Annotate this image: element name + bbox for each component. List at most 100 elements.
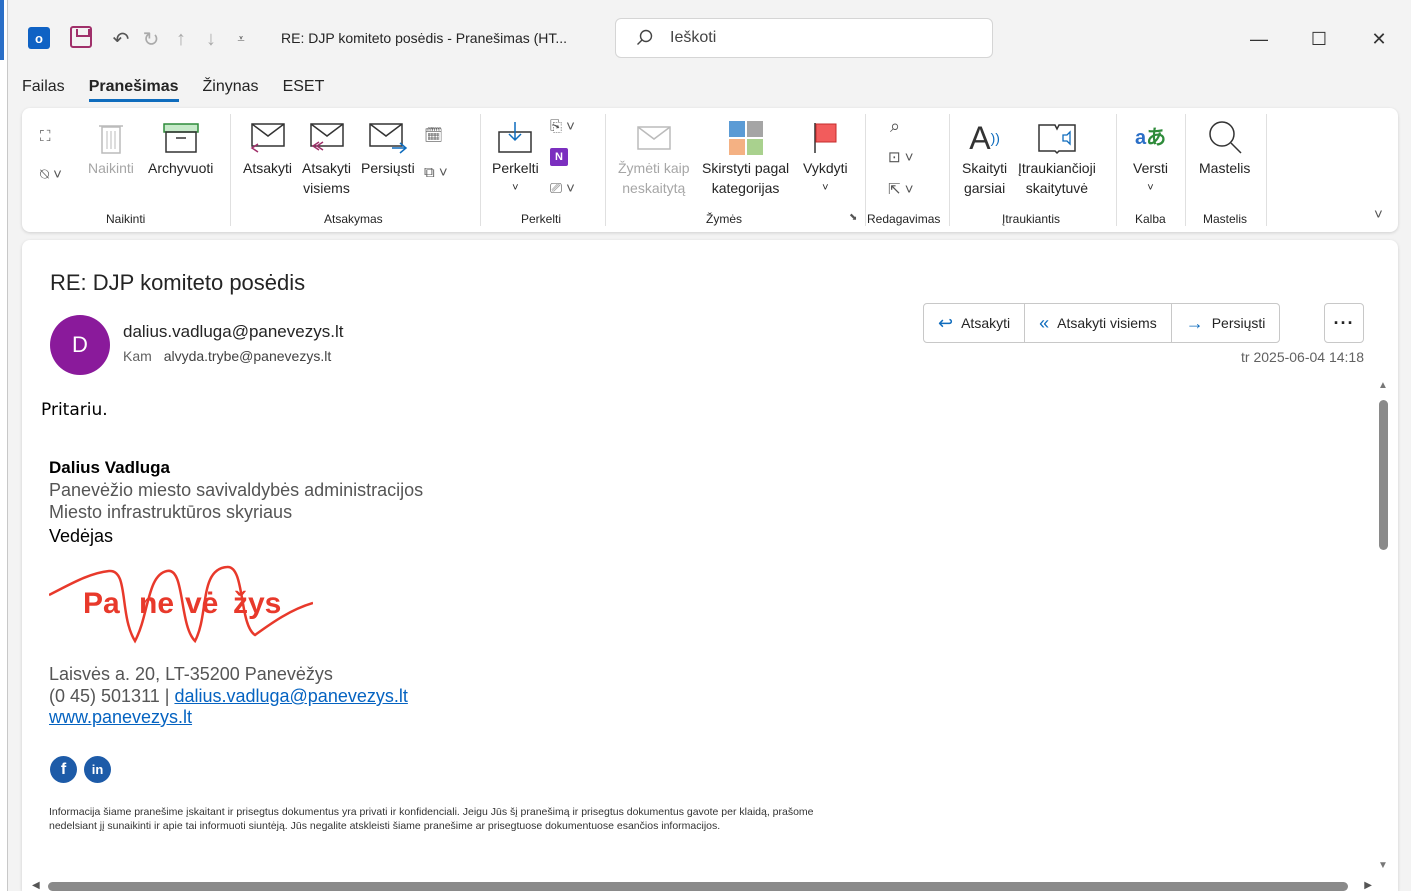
onenote-icon[interactable]: N [550, 148, 568, 166]
rules-icon[interactable]: ⎘ ˅ [550, 118, 575, 135]
follow-up-label: Vykdyti [803, 160, 848, 176]
reply-label: Atsakyti [243, 160, 293, 176]
message-body: Pritariu. [41, 400, 108, 420]
scroll-down-icon[interactable]: ▼ [1376, 860, 1390, 871]
chevron-down-icon: ˅ [822, 182, 829, 194]
recipient-address[interactable]: alvyda.trybe@panevezys.lt [164, 348, 332, 364]
signature-name: Dalius Vadluga [49, 458, 170, 477]
categorize-button[interactable]: Skirstyti pagal kategorijas [702, 118, 789, 198]
group-label-perkelti: Perkelti [521, 212, 562, 226]
ribbon: ⛶ ⍉ ˅ Naikinti Archyvuoti Naikinti Atsak… [22, 108, 1398, 232]
reply-action-button[interactable]: ↩ Atsakyti [924, 304, 1026, 342]
signature-contact: (0 45) 501311 | dalius.vadluga@panevezys… [49, 686, 408, 707]
group-label-atsakymas: Atsakymas [324, 212, 383, 226]
forward-label: Persiųsti [361, 160, 415, 176]
signature-address: Laisvės a. 20, LT-35200 Panevėžys [49, 664, 333, 684]
actions-icon[interactable]: ⎚ ˅ [550, 180, 575, 197]
move-button[interactable]: Perkelti ˅ [492, 118, 539, 198]
close-icon[interactable]: ✕ [1364, 24, 1394, 54]
mark-unread-button[interactable]: Žymėti kaip neskaitytą [618, 118, 690, 198]
mark-unread-label-2: neskaitytą [622, 180, 686, 196]
tab-failas[interactable]: Failas [22, 78, 65, 102]
search-placeholder: Ieškoti [670, 29, 717, 46]
immersive-reader-icon [1037, 118, 1077, 158]
maximize-icon[interactable]: ☐ [1304, 24, 1334, 54]
read-aloud-icon: A)) [969, 120, 1000, 156]
down-arrow-icon[interactable]: ↓ [196, 24, 226, 54]
signature-email-link[interactable]: dalius.vadluga@panevezys.lt [174, 686, 407, 706]
tab-eset[interactable]: ESET [283, 78, 325, 102]
search-icon [637, 29, 653, 45]
svg-text:vė: vė [185, 587, 218, 620]
read-aloud-label-2: garsiai [963, 180, 1006, 196]
delete-button[interactable]: Naikinti [88, 118, 134, 178]
save-icon[interactable] [70, 26, 92, 48]
signature-role: Vedėjas [49, 526, 114, 546]
group-separator [480, 114, 481, 226]
group-separator [1185, 114, 1186, 226]
horizontal-scroll-thumb[interactable] [48, 882, 1348, 891]
window-title: RE: DJP komiteto posėdis - Pranešimas (H… [281, 30, 568, 46]
chevron-down-icon: ˅ [512, 182, 519, 194]
scroll-right-icon[interactable]: ▶ [1364, 880, 1372, 891]
linkedin-icon[interactable]: in [84, 756, 111, 783]
outlook-app-icon: o [28, 27, 50, 49]
dialog-launcher-icon[interactable]: ⬊ [849, 212, 857, 223]
more-respond-icon[interactable]: ⧉ ˅ [424, 164, 448, 181]
redo-icon[interactable]: ↻ [136, 24, 166, 54]
message-date: tr 2025-06-04 14:18 [1241, 349, 1364, 365]
horizontal-scrollbar[interactable]: ◀ ▶ [32, 880, 1372, 891]
customize-toolbar-icon[interactable]: ⩡ [226, 24, 256, 54]
up-arrow-icon[interactable]: ↑ [166, 24, 196, 54]
reply-action-label: Atsakyti [961, 315, 1011, 331]
ignore-icon[interactable]: ⛶ [40, 128, 51, 145]
tab-pranesimas[interactable]: Pranešimas [88, 78, 179, 102]
trash-icon [98, 118, 123, 158]
quick-access-toolbar: ↶ ↻ ↑ ↓ ⩡ [106, 24, 256, 54]
signature-phone: (0 45) 501311 | [49, 686, 175, 706]
forward-arrow-icon: → [1185, 312, 1204, 333]
ribbon-expand-icon[interactable]: ˅ [1374, 206, 1383, 223]
reply-all-action-button[interactable]: « Atsakyti visiems [1025, 304, 1172, 342]
reply-all-button[interactable]: Atsakyti visiems [302, 118, 351, 198]
svg-text:žys: žys [233, 587, 281, 620]
window-edge-accent [0, 0, 4, 60]
meeting-reply-icon[interactable]: 🗓 [424, 126, 443, 144]
signature-website-link[interactable]: www.panevezys.lt [49, 707, 192, 728]
vertical-scroll-thumb[interactable] [1379, 400, 1388, 550]
signature-org-2: Miesto infrastruktūros skyriaus [49, 502, 293, 522]
scroll-left-icon[interactable]: ◀ [32, 880, 40, 891]
message-pane: RE: DJP komiteto posėdis D dalius.vadlug… [22, 240, 1398, 891]
immersive-reader-button[interactable]: Įtraukiančioji skaitytuvė [1018, 118, 1096, 198]
group-label-mastelis: Mastelis [1203, 212, 1248, 226]
more-actions-button[interactable]: ··· [1324, 303, 1364, 343]
tab-zinynas[interactable]: Žinynas [203, 78, 259, 102]
facebook-icon[interactable]: f [50, 756, 77, 783]
avatar[interactable]: D [50, 315, 110, 375]
vertical-scrollbar[interactable]: ▲ ▼ [1376, 380, 1390, 880]
minimize-icon[interactable]: — [1244, 24, 1274, 54]
search-box[interactable]: Ieškoti [615, 18, 993, 58]
select-icon[interactable]: ⇱ ˅ [888, 180, 914, 198]
related-icon[interactable]: ⊡ ˅ [888, 148, 914, 166]
zoom-button[interactable]: Mastelis [1199, 118, 1250, 178]
reply-arrow-icon: ↩ [938, 312, 954, 333]
window-left-edge [0, 0, 8, 891]
sender-address[interactable]: dalius.vadluga@panevezys.lt [123, 322, 343, 342]
follow-up-button[interactable]: Vykdyti ˅ [803, 118, 848, 198]
mark-unread-label-1: Žymėti kaip [618, 160, 690, 176]
find-icon[interactable]: ⌕ [890, 116, 900, 137]
forward-button[interactable]: Persiųsti [361, 118, 415, 178]
reply-all-action-label: Atsakyti visiems [1057, 315, 1157, 331]
read-aloud-button[interactable]: A)) Skaityti garsiai [962, 118, 1007, 198]
forward-action-button[interactable]: → Persiųsti [1172, 304, 1280, 342]
undo-icon[interactable]: ↶ [106, 24, 136, 54]
archive-button[interactable]: Archyvuoti [148, 118, 213, 178]
immersive-reader-label-1: Įtraukiančioji [1018, 160, 1096, 176]
scroll-up-icon[interactable]: ▲ [1376, 380, 1390, 391]
mark-unread-icon [636, 118, 672, 158]
reply-button[interactable]: Atsakyti [243, 118, 292, 178]
translate-label: Versti [1133, 160, 1169, 176]
translate-button[interactable]: aあ Versti ˅ [1133, 118, 1168, 198]
junk-icon[interactable]: ⍉ ˅ [40, 166, 62, 183]
